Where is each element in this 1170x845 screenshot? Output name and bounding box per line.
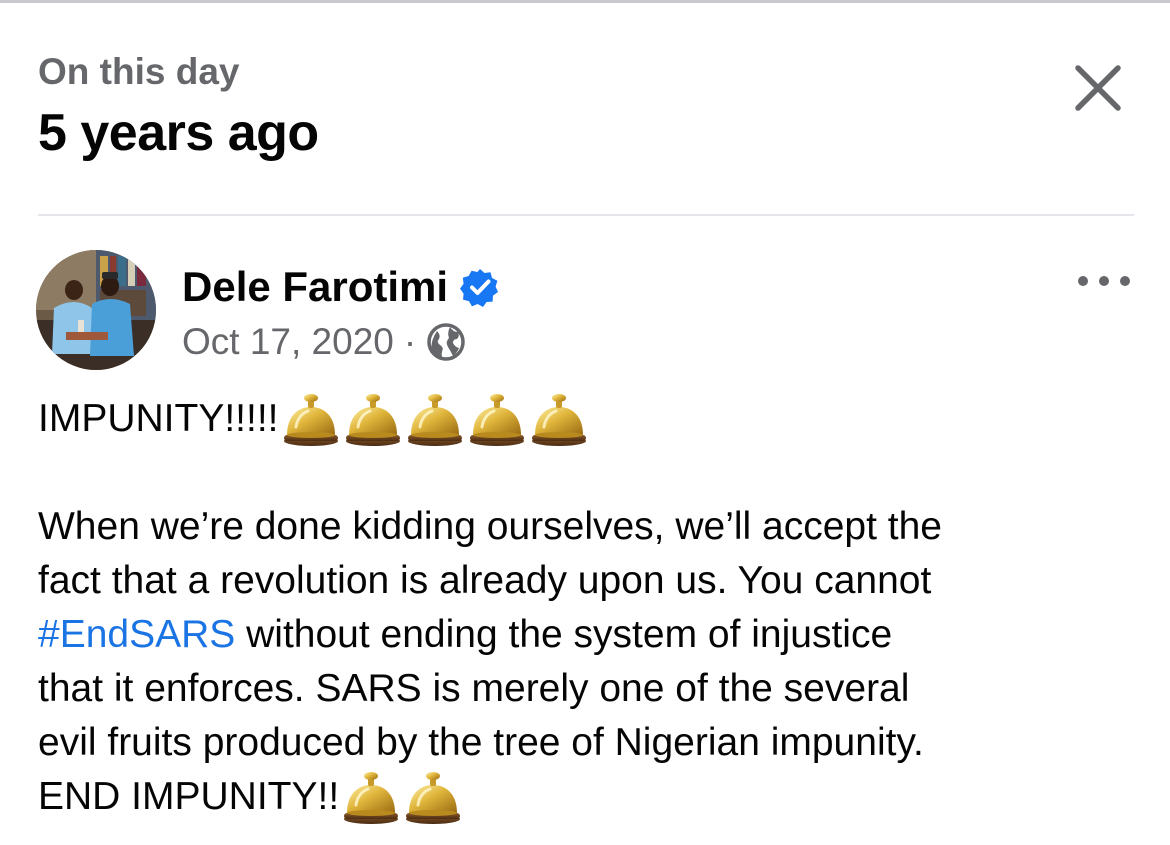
author-name[interactable]: Dele Farotimi bbox=[182, 262, 448, 312]
more-options-icon[interactable] bbox=[1078, 266, 1130, 296]
verified-badge-icon bbox=[460, 267, 500, 307]
body-line: fact that a revolution is already upon u… bbox=[38, 559, 932, 602]
close-icon bbox=[1075, 65, 1121, 111]
body-line: #EndSARS without ending the system of in… bbox=[38, 608, 1138, 662]
body-line-text: without ending the system of injustice bbox=[235, 613, 893, 656]
top-rule bbox=[0, 0, 1170, 3]
header-divider bbox=[38, 214, 1134, 216]
close-button[interactable] bbox=[1068, 58, 1128, 118]
post-closing: END IMPUNITY!! bbox=[38, 770, 1138, 824]
memories-header: On this day 5 years ago bbox=[38, 50, 319, 164]
post-meta: Oct 17, 2020 · bbox=[182, 320, 466, 364]
headline-text: IMPUNITY!!!!! bbox=[38, 397, 279, 440]
memories-title: 5 years ago bbox=[38, 104, 319, 162]
author-line: Dele Farotimi bbox=[182, 262, 500, 312]
body-line: evil fruits produced by the tree of Nige… bbox=[38, 721, 924, 764]
hashtag-link[interactable]: #EndSARS bbox=[38, 608, 235, 662]
globe-icon[interactable] bbox=[426, 322, 466, 362]
body-line: that it enforces. SARS is merely one of … bbox=[38, 667, 910, 710]
post-header: Dele Farotimi Oct 17, 2020 · bbox=[36, 250, 1136, 374]
meta-separator: · bbox=[403, 321, 417, 362]
memories-kicker: On this day bbox=[38, 51, 240, 92]
bellhop-bell-icon bbox=[343, 391, 403, 447]
bellhop-bell-icon bbox=[403, 769, 463, 825]
more-dot bbox=[1078, 276, 1088, 286]
post-date[interactable]: Oct 17, 2020 bbox=[182, 320, 394, 364]
avatar[interactable] bbox=[36, 250, 156, 370]
bellhop-bell-icon bbox=[341, 769, 401, 825]
bellhop-bell-icon bbox=[281, 391, 341, 447]
bellhop-bell-icon bbox=[529, 391, 589, 447]
post-headline: IMPUNITY!!!!! bbox=[38, 392, 1138, 446]
closing-text: END IMPUNITY!! bbox=[38, 775, 340, 818]
body-line: When we’re done kidding ourselves, we’ll… bbox=[38, 505, 942, 548]
more-dot bbox=[1099, 276, 1109, 286]
bellhop-bell-icon bbox=[467, 391, 527, 447]
bellhop-bell-icon bbox=[405, 391, 465, 447]
post-body: IMPUNITY!!!!! When we’re done kidding ou… bbox=[38, 392, 1138, 824]
more-dot bbox=[1120, 276, 1130, 286]
